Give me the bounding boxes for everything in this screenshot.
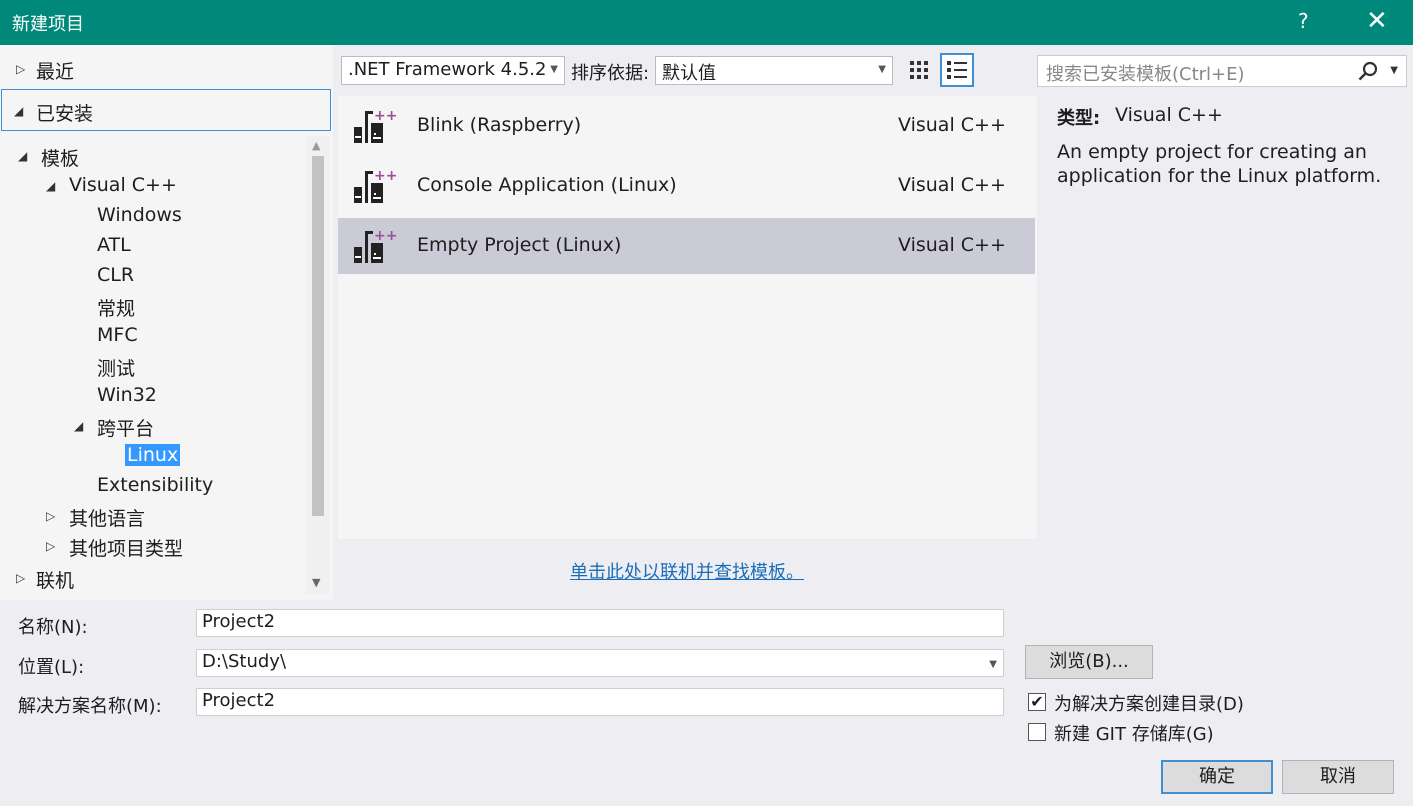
svg-text:++: ++ <box>374 168 396 184</box>
cancel-button[interactable]: 取消 <box>1282 760 1394 794</box>
tree-item-label: 其他项目类型 <box>69 538 184 560</box>
search-placeholder: 搜索已安装模板(Ctrl+E) <box>1046 64 1245 85</box>
sort-dropdown[interactable]: 默认值 ▼ <box>655 56 893 85</box>
cpp-linux-template-icon: ++ <box>352 165 397 209</box>
cpp-linux-template-icon: ++ <box>352 105 397 149</box>
category-installed-label: 已安装 <box>36 103 94 125</box>
create-directory-label[interactable]: 为解决方案创建目录(D) <box>1054 690 1244 716</box>
category-installed[interactable]: ◢ 已安装 <box>1 89 331 131</box>
location-value: D:\Study\ <box>202 651 287 672</box>
collapse-down-icon[interactable]: ◢ <box>18 149 27 163</box>
cpp-linux-template-icon: ++ <box>352 225 397 269</box>
create-git-repo-label[interactable]: 新建 GIT 存储库(G) <box>1054 720 1214 746</box>
category-online-label: 联机 <box>36 570 75 592</box>
tree-item-label: 其他语言 <box>69 508 146 530</box>
template-language: Visual C++ <box>898 234 1006 256</box>
svg-text:++: ++ <box>374 228 396 244</box>
tree-item-label: Windows <box>97 204 182 226</box>
template-item[interactable]: ++ Blink (Raspberry) Visual C++ <box>338 98 1035 154</box>
expand-right-icon[interactable]: ▷ <box>46 509 55 523</box>
collapse-down-icon[interactable]: ◢ <box>74 419 83 433</box>
tree-scrollbar[interactable]: ▲ ▼ <box>306 136 330 594</box>
solution-name-input[interactable]: Project2 <box>196 688 1004 716</box>
description-text: An empty project for creating an applica… <box>1057 141 1382 187</box>
chevron-down-icon: ▼ <box>878 64 886 75</box>
search-options-chevron-icon[interactable]: ▼ <box>1390 65 1398 76</box>
svg-text:++: ++ <box>374 108 396 124</box>
template-category-pane: ▷ 最近 ◢ 已安装 ◢ 模板 ◢ Visual C++ Windows ATL CLR 常规… <box>0 45 333 600</box>
template-tree: ◢ 模板 ◢ Visual C++ Windows ATL CLR 常规 MFC 测试 Win32 ◢… <box>0 136 306 594</box>
expand-right-icon[interactable]: ▷ <box>46 539 55 553</box>
tree-item-label: Win32 <box>97 384 157 406</box>
title-bar: 新建项目 ? ✕ <box>0 0 1413 45</box>
framework-value: .NET Framework 4.5.2 <box>348 59 547 80</box>
chevron-down-icon: ▼ <box>550 64 558 75</box>
tree-item-label: Extensibility <box>97 474 214 496</box>
create-directory-checkbox[interactable]: ✔ <box>1028 693 1046 711</box>
location-combobox[interactable]: D:\Study\ ▼ <box>196 649 1004 677</box>
solution-name-value: Project2 <box>202 690 276 711</box>
tree-item-label: CLR <box>97 264 135 286</box>
template-language: Visual C++ <box>898 114 1006 136</box>
collapse-down-icon[interactable]: ◢ <box>46 179 55 193</box>
name-label: 名称(N): <box>18 617 88 638</box>
close-button[interactable]: ✕ <box>1366 6 1388 36</box>
sort-value: 默认值 <box>662 63 716 84</box>
template-item[interactable]: ++ Console Application (Linux) Visual C++ <box>338 158 1035 214</box>
scroll-up-icon[interactable]: ▲ <box>312 139 320 152</box>
browse-button[interactable]: 浏览(B)... <box>1025 645 1153 679</box>
scroll-down-icon[interactable]: ▼ <box>312 576 320 589</box>
grid-view-icon <box>910 61 928 79</box>
project-name-value: Project2 <box>202 611 276 632</box>
framework-dropdown[interactable]: .NET Framework 4.5.2 ▼ <box>341 56 565 85</box>
project-form: 名称(N): Project2 位置(L): D:\Study\ ▼ 浏览(B)… <box>0 602 1413 806</box>
type-label: 类型: <box>1057 108 1101 129</box>
template-search-input[interactable]: 搜索已安装模板(Ctrl+E) ▼ <box>1037 55 1407 87</box>
tree-item-label: MFC <box>97 324 138 346</box>
search-icon[interactable] <box>1358 61 1378 83</box>
tree-item-label: Visual C++ <box>69 174 177 196</box>
template-name: Console Application (Linux) <box>417 174 677 196</box>
tree-item-label: 模板 <box>41 148 80 170</box>
project-name-input[interactable]: Project2 <box>196 609 1004 637</box>
category-recent-label: 最近 <box>36 61 75 83</box>
ok-button[interactable]: 确定 <box>1161 760 1273 794</box>
solution-name-label: 解决方案名称(M): <box>18 696 162 717</box>
list-view-button[interactable] <box>940 53 974 87</box>
template-item[interactable]: ++ Empty Project (Linux) Visual C++ <box>338 218 1035 274</box>
help-button[interactable]: ? <box>1298 9 1309 33</box>
template-list: ++ Blink (Raspberry) Visual C++ ++ Console A… <box>338 96 1037 539</box>
chevron-down-icon[interactable]: ▼ <box>989 659 997 670</box>
list-view-icon <box>947 61 967 79</box>
template-name: Blink (Raspberry) <box>417 114 582 136</box>
location-label: 位置(L): <box>18 657 85 678</box>
find-templates-online-link[interactable]: 单击此处以联机并查找模板。 <box>570 558 804 584</box>
expand-right-icon[interactable]: ▷ <box>16 62 25 76</box>
tree-item-label: ATL <box>97 234 131 256</box>
template-description-pane: 类型: Visual C++ An empty project for crea… <box>1041 96 1413 539</box>
create-git-repo-checkbox[interactable] <box>1028 723 1046 741</box>
scrollbar-thumb[interactable] <box>312 156 324 516</box>
expand-right-icon[interactable]: ▷ <box>16 571 25 585</box>
tree-item-label: Linux <box>125 444 181 466</box>
small-icons-view-button[interactable] <box>902 53 936 87</box>
sort-label: 排序依据: <box>571 63 650 84</box>
template-language: Visual C++ <box>898 174 1006 196</box>
template-name: Empty Project (Linux) <box>417 234 622 256</box>
tree-item-label: 常规 <box>97 298 136 320</box>
type-value: Visual C++ <box>1115 104 1223 126</box>
collapse-down-icon[interactable]: ◢ <box>14 104 23 118</box>
window-title: 新建项目 <box>12 14 84 35</box>
tree-item-label: 跨平台 <box>97 418 155 440</box>
tree-item-label: 测试 <box>97 358 136 380</box>
